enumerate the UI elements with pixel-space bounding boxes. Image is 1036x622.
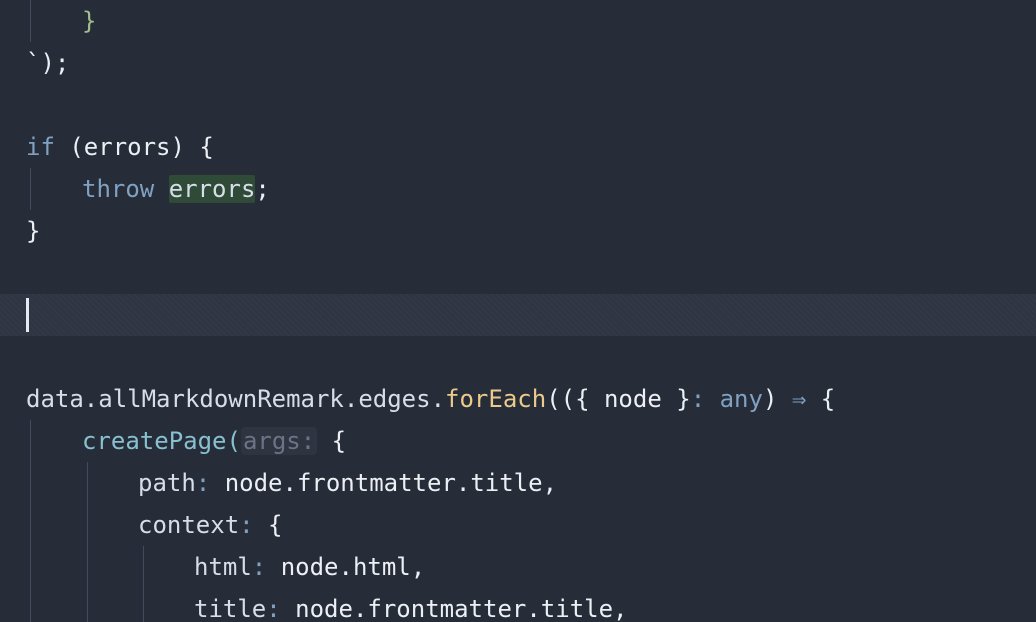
closing-brace: } (82, 7, 97, 35)
code-line[interactable]: path: node.frontmatter.title, (0, 462, 1036, 504)
template-end: `); (26, 49, 70, 77)
closing-brace: } (26, 217, 41, 245)
code-line[interactable]: html: node.html, (0, 546, 1036, 588)
code-line[interactable]: data.allMarkdownRemark.edges.forEach(({ … (0, 378, 1036, 420)
open-brace: { (806, 385, 836, 413)
keyword-if: if (26, 133, 55, 161)
params-open: (({ node } (546, 385, 691, 413)
semicolon: ; (255, 175, 270, 203)
parameter-hint: args: (240, 427, 318, 455)
property-key: html (194, 553, 252, 581)
property-key: path (138, 469, 196, 497)
function-createpage: createPage( (82, 427, 241, 455)
method-foreach: forEach (445, 385, 547, 413)
code-line[interactable]: context: { (0, 504, 1036, 546)
params-close: ) (762, 385, 792, 413)
arrow-icon: ⇒ (791, 385, 807, 413)
property-value: node.frontmatter.title, (210, 469, 558, 497)
property-value: { (253, 511, 283, 539)
type-colon: : (690, 385, 706, 413)
keyword-throw: throw (82, 175, 155, 203)
code-line[interactable]: if (errors) { (0, 126, 1036, 168)
object-chain: data.allMarkdownRemark.edges. (26, 385, 446, 413)
code-line[interactable]: } (0, 210, 1036, 252)
property-value: node.frontmatter.title, (280, 595, 628, 622)
key-colon: : (239, 511, 254, 539)
code-line[interactable]: createPage(args: { (0, 420, 1036, 462)
property-key: title (194, 595, 267, 622)
code-editor[interactable]: } `); if (errors) { throw errors; } data… (0, 0, 1036, 622)
code-line[interactable]: title: node.frontmatter.title, (0, 588, 1036, 622)
highlighted-identifier: errors (168, 175, 256, 203)
if-condition: (errors) { (54, 133, 214, 161)
current-line-highlight (0, 294, 1036, 336)
type-any: any (705, 385, 763, 413)
key-colon: : (195, 469, 211, 497)
key-colon: : (251, 553, 267, 581)
open-brace: { (317, 427, 347, 455)
code-line[interactable]: throw errors; (0, 168, 1036, 210)
property-value: node.html, (266, 553, 426, 581)
key-colon: : (266, 595, 281, 622)
code-line[interactable]: `); (0, 42, 1036, 84)
code-line[interactable]: } (0, 0, 1036, 42)
property-key: context (138, 511, 240, 539)
